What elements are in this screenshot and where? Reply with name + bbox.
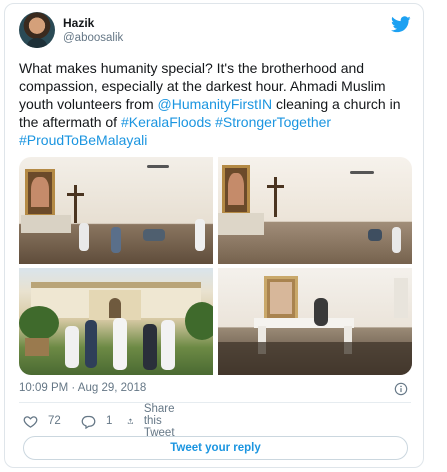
tweet-header: Hazik @aboosalik — [19, 12, 411, 52]
photo-altar-cleaning[interactable] — [218, 268, 412, 375]
share-icon — [127, 418, 133, 424]
author-handle[interactable]: @aboosalik — [63, 32, 123, 44]
author-name[interactable]: Hazik — [63, 16, 94, 30]
reply-button[interactable]: 1 — [81, 412, 112, 430]
tweet-timestamp[interactable]: 10:09 PM · Aug 29, 2018 — [19, 382, 146, 394]
media-grid — [19, 157, 412, 375]
like-count: 72 — [48, 415, 61, 427]
share-button[interactable]: Share this Tweet — [127, 403, 183, 439]
twitter-bird-icon[interactable] — [391, 16, 411, 33]
info-icon[interactable] — [394, 382, 408, 396]
tweet-text: What makes humanity special? It's the br… — [19, 59, 415, 149]
hashtag-link[interactable]: #KeralaFloods — [121, 114, 211, 130]
mention-link[interactable]: @HumanityFirstIN — [158, 96, 273, 112]
reply-icon — [81, 415, 96, 429]
tweet-card: Hazik @aboosalik What makes humanity spe… — [4, 3, 424, 468]
share-label: Share this Tweet — [143, 403, 175, 439]
divider — [19, 402, 411, 403]
hashtag-link[interactable]: #ProudToBeMalayali — [19, 132, 147, 148]
avatar[interactable] — [19, 12, 55, 48]
heart-icon — [23, 415, 38, 428]
tweet-reply-button[interactable]: Tweet your reply — [23, 436, 408, 460]
photo-church-interior-2[interactable] — [218, 157, 412, 264]
photo-church-interior-1[interactable] — [19, 157, 213, 264]
hashtag-link[interactable]: #StrongerTogether — [215, 114, 331, 130]
photo-volunteers-outside[interactable] — [19, 268, 213, 375]
like-button[interactable]: 72 — [23, 412, 61, 430]
reply-count: 1 — [106, 415, 113, 427]
